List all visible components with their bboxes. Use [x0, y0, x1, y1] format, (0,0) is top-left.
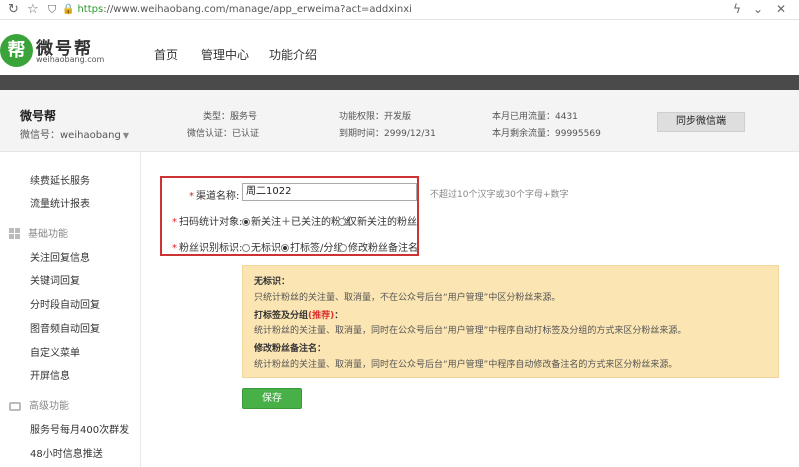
sidebar-item-media-reply[interactable]: 图音频自动回复	[30, 320, 100, 335]
sync-wechat-button[interactable]: 同步微信端	[657, 112, 745, 132]
panel-title-remark: 修改粉丝备注名：	[254, 344, 327, 354]
account-permission: 功能权限：开发版	[339, 112, 412, 122]
browser-toolbar: ↻ ☆ ⛉ 🔒 https://www.weihaobang.com/manage…	[0, 0, 799, 20]
account-switcher[interactable]: 微信号：weihaobang ▼	[20, 126, 129, 141]
panel-desc-remark: 统计粉丝的关注量、取消量，同时在公众号后台“用户管理”中程序自动修改备注名的方式…	[254, 360, 678, 370]
fan-identifier-label: * 粉丝识别标识:	[172, 243, 243, 254]
account-name: 微号帮	[20, 109, 57, 123]
sidebar-item-keyword-reply[interactable]: 关键词回复	[30, 272, 80, 287]
channel-name-label: * 渠道名称:	[189, 191, 240, 202]
grid-icon	[9, 228, 20, 239]
sidebar-item-mass-send[interactable]: 服务号每月400次群发	[30, 421, 129, 436]
traffic-used: 本月已用流量：4431	[492, 112, 578, 122]
radio-scan-new-and-existing[interactable]: 新关注＋已关注的粉丝	[242, 213, 351, 228]
logo-icon: 帮	[0, 34, 33, 67]
radio-fan-tag-group[interactable]: 打标签/分组	[281, 239, 343, 254]
caret-down-icon: ▼	[122, 131, 130, 140]
nav-management[interactable]: 管理中心	[201, 46, 249, 63]
save-button[interactable]: 保存	[242, 388, 302, 409]
panel-title-none: 无标识：	[254, 277, 291, 287]
radio-fan-remark[interactable]: 修改粉丝备注名	[339, 239, 418, 254]
radio-fan-none[interactable]: 无标识	[242, 239, 281, 254]
channel-name-hint: 不超过10个汉字或30个字母+数字	[430, 190, 569, 200]
sidebar-group-basic: 基础功能	[9, 225, 68, 240]
account-verify: 微信认证：已认证	[187, 129, 260, 139]
sidebar-item-timed-reply[interactable]: 分时段自动回复	[30, 296, 100, 311]
radio-dot-icon	[242, 244, 250, 252]
star-icon[interactable]: ☆	[27, 2, 39, 18]
panel-desc-tag: 统计粉丝的关注量、取消量，同时在公众号后台“用户管理”中程序自动打标签及分组的方…	[254, 326, 687, 336]
logo-subtext: weihaobang.com	[36, 55, 105, 64]
radio-dot-icon	[242, 218, 250, 226]
sidebar-item-traffic-report[interactable]: 流量统计报表	[30, 195, 90, 210]
header-divider-band	[0, 75, 799, 90]
radio-dot-icon	[339, 244, 347, 252]
refresh-icon[interactable]: ↻	[8, 2, 19, 18]
lightning-icon[interactable]: ϟ	[733, 2, 741, 16]
option-explanation-panel: 无标识： 只统计粉丝的关注量、取消量，不在公众号后台“用户管理”中区分粉丝来源。…	[242, 265, 779, 378]
lock-icon: 🔒	[62, 4, 75, 15]
nav-features[interactable]: 功能介绍	[269, 46, 317, 63]
radio-scan-new-only[interactable]: 仅新关注的粉丝	[338, 213, 417, 228]
chevron-down-icon[interactable]: ⌄	[753, 2, 763, 16]
sidebar-item-splash-info[interactable]: 开屏信息	[30, 367, 70, 382]
shield-icon: ⛉	[48, 3, 57, 16]
sidebar-item-renew[interactable]: 续费延长服务	[30, 172, 90, 187]
scan-target-label: * 扫码统计对象:	[172, 217, 243, 228]
sidebar-group-advanced: 高级功能	[9, 397, 69, 412]
radio-dot-icon	[338, 218, 346, 226]
channel-name-input[interactable]: 周二1022	[242, 183, 417, 201]
close-icon[interactable]: ✕	[776, 2, 786, 16]
account-expire: 到期时间：2999/12/31	[339, 129, 436, 139]
sidebar-item-follow-reply[interactable]: 关注回复信息	[30, 249, 90, 264]
account-type: 类型：服务号	[203, 112, 258, 122]
traffic-remaining: 本月剩余流量：99995569	[492, 129, 601, 139]
sidebar-item-custom-menu[interactable]: 自定义菜单	[30, 344, 80, 359]
nav-home[interactable]: 首页	[154, 46, 178, 63]
panel-title-tag: 打标签及分组(推荐)：	[254, 311, 344, 321]
address-bar[interactable]: 🔒 https://www.weihaobang.com/manage/app_e…	[62, 2, 412, 18]
sidebar-item-48h-push[interactable]: 48小时信息推送	[30, 445, 103, 460]
radio-dot-icon	[281, 244, 289, 252]
tray-icon	[9, 402, 21, 411]
site-header: 帮 微号帮 weihaobang.com 首页 管理中心 功能介绍	[0, 20, 799, 75]
panel-desc-none: 只统计粉丝的关注量、取消量，不在公众号后台“用户管理”中区分粉丝来源。	[254, 293, 561, 303]
